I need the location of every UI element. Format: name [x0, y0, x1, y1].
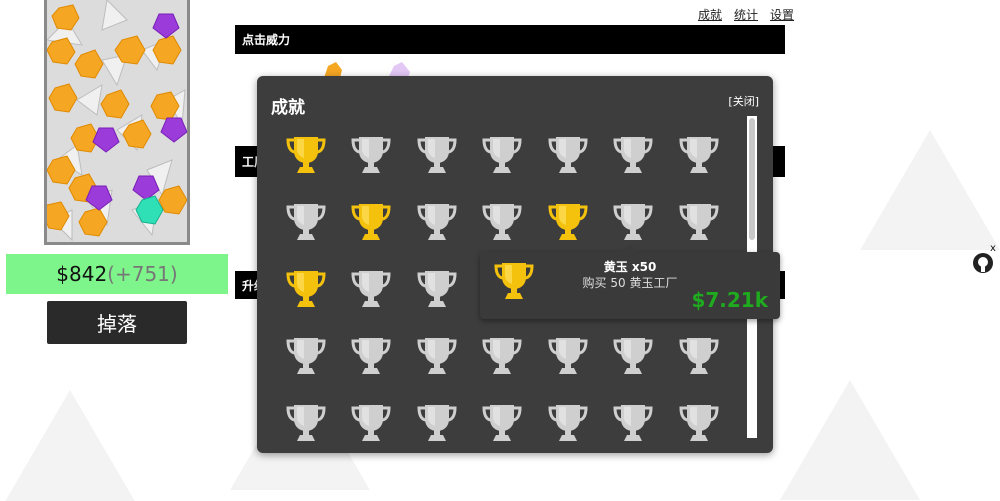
trophy-icon [613, 404, 653, 441]
trophy-icon [286, 136, 326, 173]
trophy-icon [351, 203, 391, 240]
github-icon[interactable] [972, 252, 994, 274]
achievement-cell[interactable] [601, 389, 667, 443]
achievement-cell[interactable] [339, 255, 405, 322]
background-shape [860, 130, 1000, 250]
trophy-icon [417, 337, 457, 374]
tooltip-name: 黄玉 x50 [603, 260, 657, 274]
background-shape [0, 390, 140, 501]
money-amount: $842 [56, 262, 108, 286]
achievement-cell[interactable] [470, 188, 536, 255]
gem-jar[interactable] [44, 0, 190, 245]
trophy-icon [417, 270, 457, 307]
money-increment: (+751) [107, 262, 178, 286]
trophy-icon [548, 404, 588, 441]
trophy-icon [482, 404, 522, 441]
trophy-icon [548, 337, 588, 374]
trophy-icon [417, 404, 457, 441]
click-power-section-header[interactable]: 点击威力 [235, 25, 785, 54]
dialog-close-button[interactable]: [关闭] [728, 93, 759, 109]
achievement-tooltip: 黄玉 x50 购买 50 黄玉工厂 $7.21k [480, 244, 780, 319]
trophy-icon [679, 203, 719, 240]
trophy-icon [351, 136, 391, 173]
achievement-cell[interactable] [535, 389, 601, 443]
trophy-icon [679, 404, 719, 441]
achievement-cell[interactable] [601, 322, 667, 389]
nav-stats-link[interactable]: 统计 [734, 6, 758, 23]
achievement-cell[interactable] [666, 322, 732, 389]
trophy-icon [286, 270, 326, 307]
trophy-icon [494, 263, 534, 299]
trophy-icon [286, 404, 326, 441]
trophy-icon [613, 203, 653, 240]
top-nav: 成就 统计 设置 [698, 6, 794, 23]
trophy-icon [679, 136, 719, 173]
trophy-icon [613, 337, 653, 374]
achievement-cell[interactable] [273, 389, 339, 443]
achievement-cell[interactable] [339, 389, 405, 443]
trophy-icon [351, 404, 391, 441]
trophy-icon [548, 203, 588, 240]
achievement-cell[interactable] [666, 188, 732, 255]
achievement-cell[interactable] [666, 121, 732, 188]
achievement-cell[interactable] [339, 322, 405, 389]
trophy-icon [351, 337, 391, 374]
nav-achievements-link[interactable]: 成就 [698, 6, 722, 23]
trophy-icon [286, 203, 326, 240]
achievement-cell[interactable] [601, 121, 667, 188]
dialog-title: 成就 [271, 98, 305, 118]
trophy-icon [679, 337, 719, 374]
achievement-cell[interactable] [404, 188, 470, 255]
drop-button[interactable]: 掉落 [47, 301, 187, 344]
achievement-cell[interactable] [404, 255, 470, 322]
close-icon[interactable]: x [990, 243, 996, 254]
trophy-icon [351, 270, 391, 307]
gem-pile [47, 0, 187, 242]
achievement-cell[interactable] [535, 121, 601, 188]
achievement-cell[interactable] [470, 322, 536, 389]
achievement-cell[interactable] [273, 188, 339, 255]
achievement-cell[interactable] [470, 389, 536, 443]
achievement-cell[interactable] [666, 389, 732, 443]
trophy-icon [286, 337, 326, 374]
achievement-cell[interactable] [535, 188, 601, 255]
achievement-cell[interactable] [535, 322, 601, 389]
trophy-icon [613, 136, 653, 173]
trophy-icon [482, 136, 522, 173]
trophy-icon [417, 136, 457, 173]
trophy-icon [482, 337, 522, 374]
achievement-cell[interactable] [404, 121, 470, 188]
tooltip-price: $7.21k [691, 288, 768, 312]
achievement-cell[interactable] [273, 322, 339, 389]
achievement-cell[interactable] [470, 121, 536, 188]
nav-settings-link[interactable]: 设置 [770, 6, 794, 23]
background-shape [780, 380, 920, 500]
achievement-cell[interactable] [404, 322, 470, 389]
achievement-cell[interactable] [273, 121, 339, 188]
trophy-icon [482, 203, 522, 240]
achievement-cell[interactable] [273, 255, 339, 322]
achievement-cell[interactable] [339, 188, 405, 255]
achievement-cell[interactable] [339, 121, 405, 188]
trophy-icon [548, 136, 588, 173]
trophy-icon [417, 203, 457, 240]
scrollbar-thumb[interactable] [749, 118, 755, 240]
tooltip-description: 购买 50 黄玉工厂 [582, 276, 678, 290]
achievement-cell[interactable] [404, 389, 470, 443]
money-display: $842 (+751) [6, 254, 228, 294]
